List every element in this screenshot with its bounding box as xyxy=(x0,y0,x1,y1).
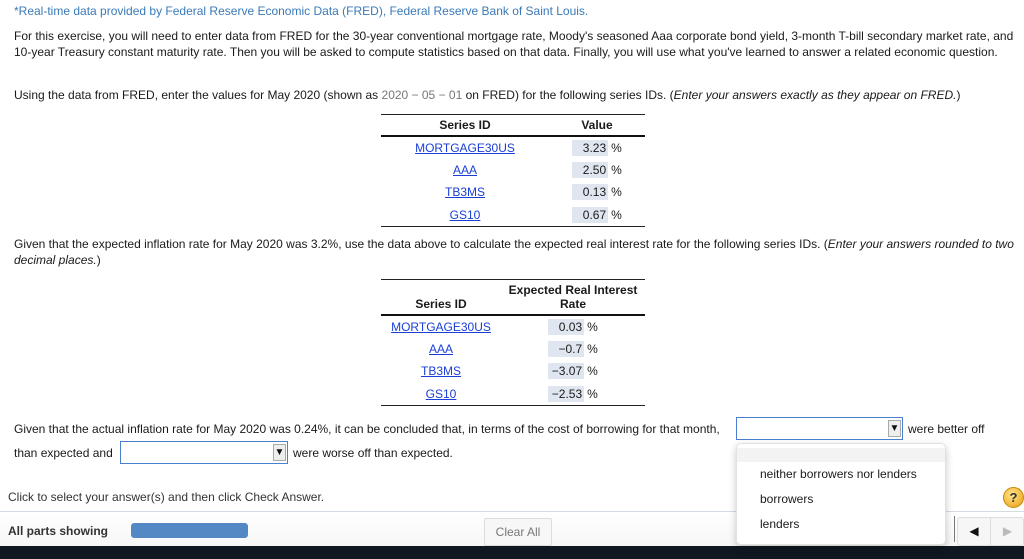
table-row: GS10 −2.53% xyxy=(381,383,645,405)
series-link-aaa[interactable]: AAA xyxy=(453,163,477,177)
value-field[interactable]: 2.50 xyxy=(572,161,609,178)
part3-after-dropdown-1: were better off xyxy=(908,422,985,436)
clear-all-button[interactable]: Clear All xyxy=(484,518,552,546)
source-note: *Real-time data provided by Federal Rese… xyxy=(14,4,589,18)
series-link-mortgage30us[interactable]: MORTGAGE30US xyxy=(391,320,491,334)
header-series-id: Series ID xyxy=(415,297,467,311)
series-link-tb3ms[interactable]: TB3MS xyxy=(445,185,485,199)
series-link-aaa[interactable]: AAA xyxy=(429,342,453,356)
dropdown-option-borrowers[interactable]: borrowers xyxy=(737,487,945,512)
answer-field[interactable]: −0.7 xyxy=(548,340,585,357)
value-field[interactable]: 0.67 xyxy=(572,206,609,223)
part3-text-2: than expected and xyxy=(14,446,113,460)
percent-unit: % xyxy=(611,207,622,222)
worse-off-dropdown[interactable]: ▼ xyxy=(120,441,288,464)
dropdown-menu: neither borrowers nor lenders borrowers … xyxy=(736,443,946,545)
dropdown-option-blank[interactable] xyxy=(737,448,945,462)
instruction-hint: Click to select your answer(s) and then … xyxy=(8,490,325,504)
percent-unit: % xyxy=(587,341,598,356)
table-row: GS10 0.67% xyxy=(381,204,645,226)
percent-unit: % xyxy=(611,140,622,155)
dropdown-option-neither[interactable]: neither borrowers nor lenders xyxy=(737,462,945,487)
fred-values-table: Series ID Value MORTGAGE30US 3.23% AAA 2… xyxy=(381,114,645,227)
intro-paragraph: For this exercise, you will need to ente… xyxy=(14,29,1014,59)
previous-arrow-icon[interactable]: ◀ xyxy=(958,518,991,545)
percent-unit: % xyxy=(587,364,598,379)
part2-text: Given that the expected inflation rate f… xyxy=(14,237,828,251)
part1-text-before: Using the data from FRED, enter the valu… xyxy=(14,88,382,102)
table-row: AAA 2.50% xyxy=(381,159,645,182)
percent-unit: % xyxy=(611,185,622,200)
part3-after-dropdown-2: were worse off than expected. xyxy=(293,446,453,460)
part3-text-1: Given that the actual inflation rate for… xyxy=(14,422,720,436)
question-nav: ◀ ▶ xyxy=(957,517,1024,546)
nav-divider xyxy=(954,516,955,542)
paren-close: ) xyxy=(956,88,961,102)
series-link-tb3ms[interactable]: TB3MS xyxy=(421,364,461,378)
header-series-id: Series ID xyxy=(439,118,491,132)
series-link-gs10[interactable]: GS10 xyxy=(450,208,481,222)
table-row: AAA −0.7% xyxy=(381,338,645,361)
answer-field[interactable]: 0.03 xyxy=(548,318,585,335)
progress-fill xyxy=(131,523,248,538)
value-field[interactable]: 0.13 xyxy=(572,184,609,201)
percent-unit: % xyxy=(587,319,598,334)
percent-unit: % xyxy=(611,162,622,177)
real-rate-table: Series ID Expected Real Interest Rate MO… xyxy=(381,279,645,406)
header-value: Value xyxy=(581,118,613,132)
answer-field[interactable]: −3.07 xyxy=(548,363,585,380)
series-link-mortgage30us[interactable]: MORTGAGE30US xyxy=(415,141,515,155)
value-field[interactable]: 3.23 xyxy=(572,139,609,156)
better-off-dropdown[interactable]: ▼ xyxy=(736,417,903,440)
next-arrow-icon[interactable]: ▶ xyxy=(991,518,1024,545)
help-icon[interactable]: ? xyxy=(1003,487,1024,508)
dropdown-option-lenders[interactable]: lenders xyxy=(737,512,945,537)
dropdown-arrow-icon[interactable]: ▼ xyxy=(273,444,286,461)
table-row: TB3MS 0.13% xyxy=(381,181,645,204)
parts-showing-label: All parts showing xyxy=(8,524,109,538)
percent-unit: % xyxy=(587,386,598,401)
paren-close: ) xyxy=(96,252,101,267)
part1-text-after: on FRED) for the following series IDs. ( xyxy=(462,88,674,102)
question-page: *Real-time data provided by Federal Rese… xyxy=(0,0,1024,546)
answer-field[interactable]: −2.53 xyxy=(548,385,585,402)
part1-instruction: Enter your answers exactly as they appea… xyxy=(673,88,957,102)
part1-instructions: Using the data from FRED, enter the valu… xyxy=(14,88,1014,104)
parts-progress-bar xyxy=(131,523,248,538)
series-link-gs10[interactable]: GS10 xyxy=(426,387,457,401)
table-row: MORTGAGE30US 0.03% xyxy=(381,315,645,338)
table-row: MORTGAGE30US 3.23% xyxy=(381,136,645,159)
table-row: TB3MS −3.07% xyxy=(381,360,645,383)
header-expected-real-rate: Expected Real Interest Rate xyxy=(508,283,638,311)
part2-instructions: Given that the expected inflation rate f… xyxy=(14,237,1014,268)
date-label: 2020 − 05 − 01 xyxy=(381,88,463,102)
dropdown-arrow-icon[interactable]: ▼ xyxy=(888,420,901,437)
